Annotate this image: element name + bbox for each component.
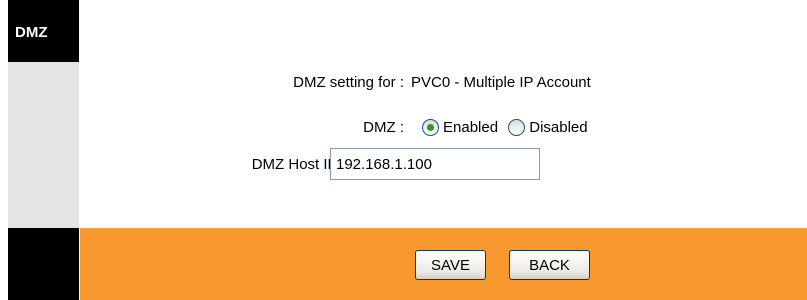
dmz-label: DMZ : (363, 119, 404, 136)
dmz-setting-row: DMZ setting for : PVC0 - Multiple IP Acc… (80, 71, 807, 95)
dmz-host-ip-input[interactable] (330, 148, 540, 180)
dmz-enabled-label[interactable]: Enabled (443, 119, 498, 136)
sidebar: DMZ (8, 0, 79, 300)
dmz-setting-value: PVC0 - Multiple IP Account (411, 74, 591, 91)
back-button[interactable]: BACK (509, 250, 590, 280)
dmz-radio-group: Enabled Disabled (422, 116, 594, 140)
sidebar-panel (8, 62, 79, 228)
save-button[interactable]: SAVE (415, 250, 486, 280)
content-panel (80, 0, 807, 228)
dmz-disabled-label[interactable]: Disabled (529, 119, 587, 136)
dmz-toggle-row: DMZ : Enabled Disabled (80, 116, 807, 140)
dmz-enabled-radio[interactable] (422, 118, 439, 136)
dmz-setting-label: DMZ setting for : (293, 74, 404, 91)
sidebar-footer (8, 228, 79, 300)
section-title: DMZ (8, 0, 79, 62)
dmz-disabled-radio[interactable] (508, 118, 526, 136)
